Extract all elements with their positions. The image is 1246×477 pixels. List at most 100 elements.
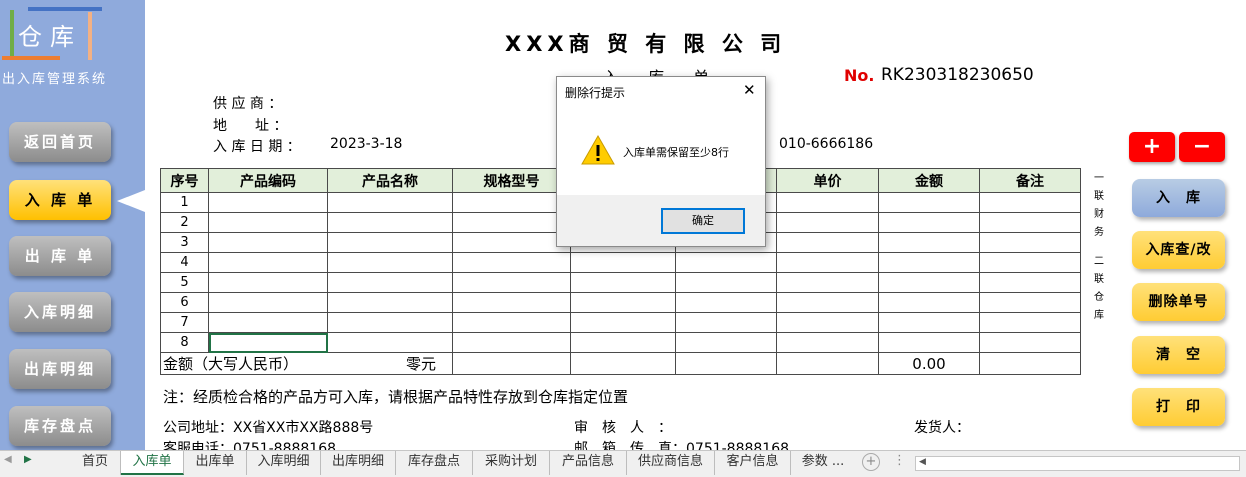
ok-button[interactable]: 确定 — [661, 208, 745, 234]
cell[interactable] — [878, 212, 980, 233]
print-button[interactable]: 打 印 — [1132, 388, 1225, 426]
cell[interactable] — [776, 332, 879, 353]
cell[interactable] — [327, 292, 453, 313]
cell[interactable] — [675, 252, 777, 273]
cell[interactable] — [327, 252, 453, 273]
inbound-submit-button[interactable]: 入 库 — [1132, 179, 1225, 217]
cell[interactable] — [452, 332, 571, 353]
sheet-tab[interactable]: 出库明细 — [321, 451, 396, 475]
cell[interactable] — [570, 292, 676, 313]
cell[interactable] — [675, 312, 777, 333]
cell[interactable] — [570, 312, 676, 333]
selected-cell[interactable] — [208, 332, 328, 353]
sheet-tab[interactable]: 库存盘点 — [396, 451, 473, 475]
date-value[interactable]: 2023-3-18 — [330, 136, 402, 152]
column-header: 规格型号 — [452, 168, 571, 193]
cell[interactable] — [776, 212, 879, 233]
note-char: 务 — [1094, 227, 1104, 238]
delete-row-button[interactable]: − — [1179, 132, 1225, 162]
cell[interactable] — [979, 252, 1081, 273]
clear-button[interactable]: 清 空 — [1132, 336, 1225, 374]
cell[interactable] — [452, 232, 571, 253]
sheet-tab[interactable]: 产品信息 — [550, 451, 627, 475]
cell[interactable] — [570, 332, 676, 353]
cell[interactable] — [208, 292, 328, 313]
cell[interactable] — [208, 252, 328, 273]
cell[interactable] — [452, 252, 571, 273]
cell[interactable] — [776, 272, 879, 293]
cell[interactable] — [776, 252, 879, 273]
cell[interactable] — [979, 292, 1081, 313]
sheet-tab[interactable]: 客户信息 — [715, 451, 791, 475]
cell[interactable] — [776, 192, 879, 213]
cell[interactable] — [979, 332, 1081, 353]
outbound-form-button[interactable]: 出 库 单 — [9, 236, 111, 276]
cell[interactable] — [208, 192, 328, 213]
cell[interactable] — [675, 332, 777, 353]
cell[interactable] — [452, 312, 571, 333]
cell[interactable] — [570, 272, 676, 293]
more-options-icon[interactable]: ⋮ — [893, 453, 906, 468]
outbound-detail-button[interactable]: 出库明细 — [9, 349, 111, 389]
cell[interactable] — [776, 292, 879, 313]
tab-scroll-left-icon[interactable]: ◀ — [4, 454, 12, 465]
sheet-tab[interactable]: 出库单 — [184, 451, 247, 475]
cell[interactable] — [776, 312, 879, 333]
number-value[interactable]: RK230318230650 — [881, 65, 1034, 85]
cell[interactable] — [208, 212, 328, 233]
company-address: 公司地址：XX省XX市XX路888号 — [163, 420, 374, 436]
cell[interactable] — [878, 312, 980, 333]
cell[interactable] — [452, 272, 571, 293]
cell[interactable] — [979, 312, 1081, 333]
scroll-left-icon[interactable]: ◀ — [919, 457, 926, 467]
cell[interactable] — [327, 212, 453, 233]
cell[interactable] — [208, 272, 328, 293]
column-header: 金额 — [878, 168, 980, 193]
inbound-detail-button[interactable]: 入库明细 — [9, 292, 111, 332]
stocktake-button[interactable]: 库存盘点 — [9, 406, 111, 446]
cell[interactable] — [452, 192, 571, 213]
cell[interactable] — [878, 272, 980, 293]
cell[interactable] — [979, 232, 1081, 253]
add-row-button[interactable]: + — [1129, 132, 1175, 162]
sheet-tab-active[interactable]: 入库单 — [121, 451, 184, 475]
cell[interactable] — [208, 312, 328, 333]
inbound-query-edit-button[interactable]: 入库查/改 — [1132, 231, 1225, 269]
cell[interactable] — [979, 272, 1081, 293]
cell[interactable] — [878, 252, 980, 273]
cell[interactable] — [327, 192, 453, 213]
cell[interactable] — [327, 232, 453, 253]
sheet-tab[interactable]: 参数 ... — [791, 451, 855, 475]
add-sheet-icon[interactable]: + — [862, 453, 880, 471]
sheet-tab[interactable]: 入库明细 — [247, 451, 321, 475]
sheet-tab[interactable]: 首页 — [70, 451, 121, 475]
horizontal-scrollbar[interactable]: ◀ — [915, 456, 1240, 471]
cell[interactable] — [979, 192, 1081, 213]
home-button[interactable]: 返回首页 — [9, 122, 111, 162]
sheet-tab[interactable]: 采购计划 — [473, 451, 550, 475]
delete-number-button[interactable]: 删除单号 — [1132, 283, 1225, 321]
cell[interactable] — [878, 192, 980, 213]
tab-scroll-right-icon[interactable]: ▶ — [24, 454, 32, 465]
cell[interactable] — [878, 232, 980, 253]
cell[interactable] — [452, 212, 571, 233]
cell[interactable] — [776, 232, 879, 253]
inbound-form-button[interactable]: 入 库 单 — [9, 180, 111, 220]
cell[interactable] — [327, 332, 453, 353]
sheet-tab[interactable]: 供应商信息 — [627, 451, 715, 475]
cell[interactable] — [878, 332, 980, 353]
cell[interactable] — [675, 272, 777, 293]
cell[interactable] — [452, 292, 571, 313]
cell[interactable] — [327, 272, 453, 293]
cell[interactable] — [208, 232, 328, 253]
logo-text: 仓库 — [18, 23, 82, 51]
cell[interactable] — [327, 312, 453, 333]
cell[interactable] — [979, 212, 1081, 233]
cell[interactable] — [570, 252, 676, 273]
cell[interactable] — [878, 292, 980, 313]
cell[interactable] — [675, 292, 777, 313]
warning-triangle-icon — [581, 134, 615, 165]
logo-line-top — [28, 7, 102, 11]
date-label: 入 库 日 期 ： — [213, 139, 301, 155]
close-icon[interactable]: ✕ — [743, 81, 756, 99]
